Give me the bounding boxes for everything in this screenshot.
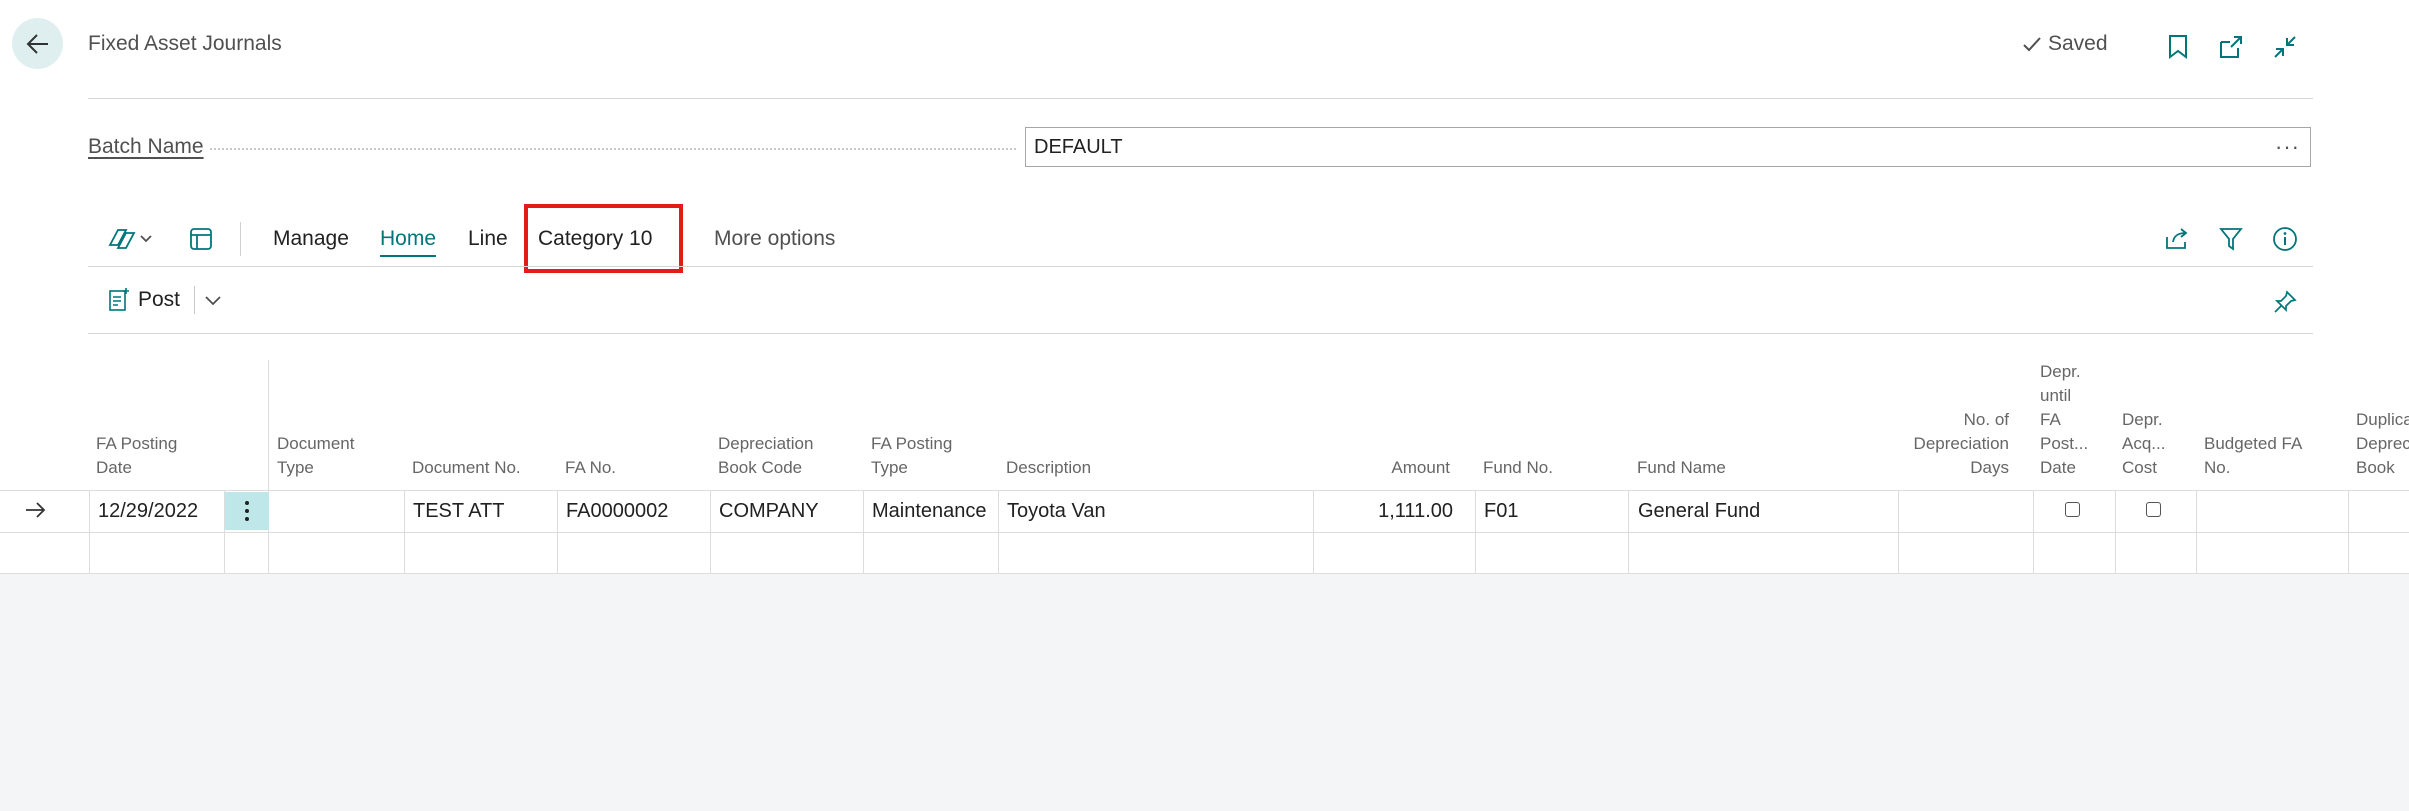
arrow-left-icon xyxy=(26,33,48,54)
page-title: Fixed Asset Journals xyxy=(88,32,282,55)
share-icon xyxy=(2166,228,2188,249)
row-actions-button[interactable] xyxy=(225,492,269,530)
depr-until-fa-posting-date-checkbox[interactable] xyxy=(2065,502,2080,517)
share-button[interactable] xyxy=(2160,222,2194,256)
open-new-window-button[interactable] xyxy=(2214,30,2248,64)
tab-manage[interactable]: Manage xyxy=(273,227,349,251)
post-document-icon xyxy=(109,288,129,311)
copilot-menu-button[interactable] xyxy=(104,222,156,256)
cell-document-no[interactable]: TEST ATT xyxy=(413,500,505,523)
col-header-fund-no[interactable]: Fund No. xyxy=(1483,360,1623,480)
actionbar-divider xyxy=(88,333,2313,334)
grid-divider xyxy=(1475,490,1476,574)
post-button[interactable]: Post xyxy=(108,286,223,314)
grid-divider xyxy=(1898,490,1899,574)
info-button[interactable] xyxy=(2268,222,2302,256)
grid-divider xyxy=(1628,490,1629,574)
col-header-fa-posting-date[interactable]: FA Posting Date xyxy=(96,360,216,480)
bookmark-button[interactable] xyxy=(2161,30,2195,64)
tab-home[interactable]: Home xyxy=(380,227,437,257)
grid-row-line xyxy=(0,532,2409,533)
arrow-right-icon xyxy=(26,502,46,518)
post-split-separator xyxy=(194,286,196,314)
header-divider xyxy=(88,98,2313,99)
toolbar-separator xyxy=(240,222,241,256)
toolbar-divider xyxy=(88,266,2313,267)
col-header-description[interactable]: Description xyxy=(1006,360,1306,480)
pin-action-bar-button[interactable] xyxy=(2268,285,2302,319)
grid-divider xyxy=(89,490,90,574)
batch-name-leader xyxy=(210,148,1016,150)
col-header-no-of-depreciation-days[interactable]: No. of Depreciation Days xyxy=(1900,360,2009,480)
back-button[interactable] xyxy=(12,18,63,69)
col-header-depr-acq-cost[interactable]: Depr. Acq... Cost xyxy=(2122,360,2194,480)
chevron-down-icon[interactable] xyxy=(203,293,223,307)
col-header-duplicate-depreciation-book[interactable]: Duplica Depreci Book xyxy=(2356,360,2409,480)
saved-label: Saved xyxy=(2048,32,2108,55)
batch-lookup-button[interactable]: ··· xyxy=(2275,134,2300,160)
layout-edit-icon xyxy=(190,228,212,250)
batch-name-label[interactable]: Batch Name xyxy=(88,135,204,159)
grid-divider xyxy=(268,360,269,574)
bookmark-icon xyxy=(2169,35,2187,59)
batch-name-field[interactable]: DEFAULT ··· xyxy=(1025,127,2311,167)
cell-depreciation-book-code[interactable]: COMPANY xyxy=(719,500,819,523)
col-header-fa-no[interactable]: FA No. xyxy=(565,360,705,480)
grid-divider xyxy=(1313,490,1314,574)
personalize-button[interactable] xyxy=(184,222,218,256)
collapse-button[interactable] xyxy=(2268,30,2302,64)
cell-amount[interactable]: 1,111.00 xyxy=(1316,500,1453,523)
copilot-icon xyxy=(108,229,152,249)
grid-row-line xyxy=(0,490,2409,491)
col-header-depreciation-book-code[interactable]: Depreciation Book Code xyxy=(718,360,858,480)
depr-acq-cost-checkbox[interactable] xyxy=(2146,502,2161,517)
open-in-new-window-icon xyxy=(2220,36,2242,58)
cell-fa-posting-type[interactable]: Maintenance xyxy=(872,500,987,523)
cell-fund-no[interactable]: F01 xyxy=(1484,500,1518,523)
col-header-depr-until-fa-posting-date[interactable]: Depr. until FA Post... Date xyxy=(2040,360,2112,480)
col-header-fa-posting-type[interactable]: FA Posting Type xyxy=(871,360,1001,480)
post-label: Post xyxy=(138,288,181,311)
checkmark-icon xyxy=(2023,37,2041,52)
grid-divider xyxy=(557,490,558,574)
more-vertical-icon xyxy=(245,501,249,521)
col-header-document-no[interactable]: Document No. xyxy=(412,360,562,480)
info-icon xyxy=(2273,227,2297,251)
grid-divider xyxy=(2033,490,2034,574)
cell-fa-no[interactable]: FA0000002 xyxy=(566,500,668,523)
grid-divider xyxy=(404,490,405,574)
grid-empty-area xyxy=(0,574,2409,811)
tab-line[interactable]: Line xyxy=(468,227,508,251)
grid-divider xyxy=(2196,490,2197,574)
highlight-box xyxy=(524,204,683,273)
row-indicator[interactable] xyxy=(24,500,48,525)
grid-divider xyxy=(710,490,711,574)
grid-divider xyxy=(998,490,999,574)
saved-status: Saved xyxy=(2022,32,2108,56)
cell-fund-name[interactable]: General Fund xyxy=(1638,500,1760,523)
cell-description[interactable]: Toyota Van xyxy=(1007,500,1106,523)
col-header-document-type[interactable]: Document Type xyxy=(277,360,397,480)
col-header-budgeted-fa-no[interactable]: Budgeted FA No. xyxy=(2204,360,2344,480)
col-header-amount[interactable]: Amount xyxy=(1316,360,1450,480)
pin-icon xyxy=(2274,290,2297,313)
filter-button[interactable] xyxy=(2214,222,2248,256)
col-header-fund-name[interactable]: Fund Name xyxy=(1637,360,1887,480)
cell-fa-posting-date[interactable]: 12/29/2022 xyxy=(98,500,198,523)
batch-name-value: DEFAULT xyxy=(1034,135,1123,158)
grid-divider xyxy=(2115,490,2116,574)
filter-icon xyxy=(2219,228,2243,251)
grid-divider xyxy=(863,490,864,574)
grid-divider xyxy=(2348,490,2349,574)
tab-more-options[interactable]: More options xyxy=(714,227,835,251)
collapse-icon xyxy=(2274,36,2296,58)
